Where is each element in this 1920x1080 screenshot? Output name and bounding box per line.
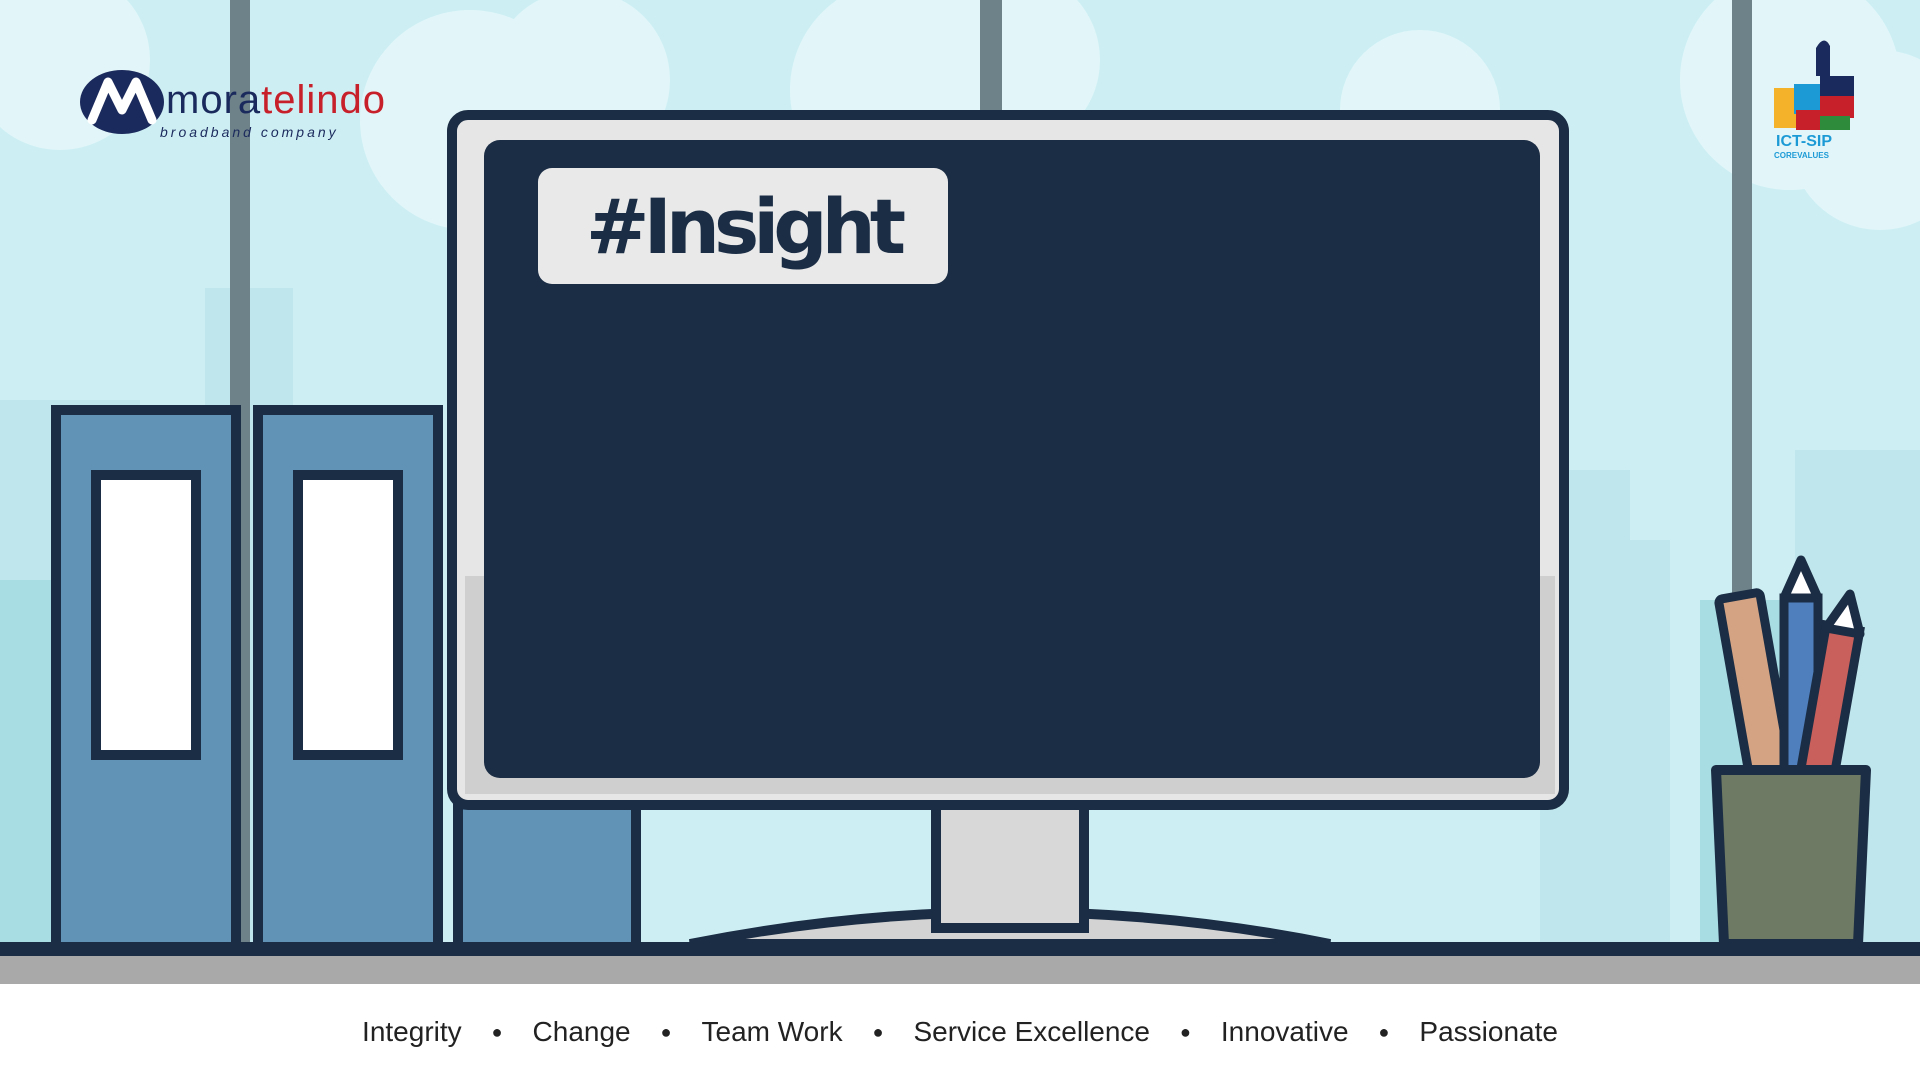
value-integrity: Integrity	[362, 1016, 462, 1047]
separator-dot: ●	[660, 1021, 672, 1042]
slide-background: moratelindo broadband company ICT-SIP CO…	[0, 0, 1920, 1080]
value-team-work: Team Work	[701, 1016, 843, 1047]
moratelindo-wordmark: moratelindo	[166, 80, 386, 120]
insight-label: #Insight	[538, 168, 948, 284]
separator-dot: ●	[1378, 1021, 1390, 1042]
separator-dot: ●	[872, 1021, 884, 1042]
separator-dot: ●	[491, 1021, 503, 1042]
insight-hashtag-text: #Insight	[585, 181, 906, 271]
moratelindo-tagline: broadband company	[160, 124, 339, 140]
moratelindo-m-mark-icon	[80, 70, 164, 134]
corevalues-text: COREVALUES	[1774, 151, 1829, 160]
value-innovative: Innovative	[1220, 1016, 1349, 1047]
value-service-excellence: Service Excellence	[913, 1016, 1151, 1047]
ict-sip-corevalues-logo: ICT-SIP COREVALUES	[1766, 36, 1866, 166]
wordmark-part-telindo: telindo	[261, 78, 387, 122]
ict-sip-brand: ICT-SIP	[1776, 133, 1833, 150]
separator-dot: ●	[1180, 1021, 1191, 1042]
moratelindo-logo: moratelindo broadband company	[78, 62, 385, 142]
wordmark-part-mora: mora	[166, 78, 262, 122]
desk-edge	[0, 942, 1920, 956]
desk-surface	[0, 956, 1920, 984]
value-change: Change	[532, 1016, 631, 1047]
office-scene-illustration	[0, 0, 1920, 1080]
value-passionate: Passionate	[1419, 1016, 1558, 1047]
thumbs-up-puzzle-icon	[1774, 40, 1854, 130]
core-values-bar: Integrity ● Change ● Team Work ● Service…	[0, 984, 1920, 1080]
